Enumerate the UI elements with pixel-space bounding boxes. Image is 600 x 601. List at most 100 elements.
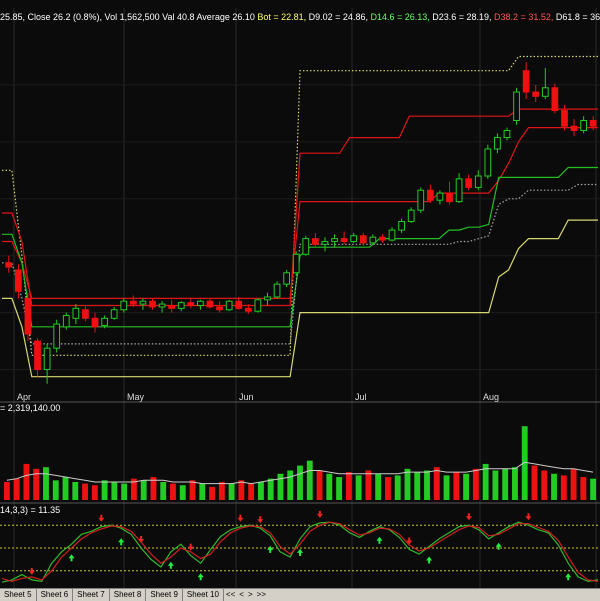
sheet-tab[interactable]: Sheet 6 bbox=[37, 589, 74, 601]
volume-bar bbox=[414, 472, 421, 500]
volume-bar bbox=[287, 470, 294, 500]
candle-body bbox=[522, 70, 530, 93]
volume-bar bbox=[209, 486, 215, 500]
header-segment: D38.2 = 31.52, bbox=[494, 12, 556, 22]
candle-body bbox=[53, 323, 61, 349]
candle-body bbox=[398, 221, 405, 231]
volume-readout: = 2,319,140.00 bbox=[0, 403, 60, 413]
candle-body bbox=[455, 178, 463, 203]
volume-bar bbox=[512, 467, 518, 500]
sheet-tab[interactable]: Sheet 9 bbox=[146, 589, 183, 601]
candle-body bbox=[436, 192, 444, 201]
volume-bar bbox=[82, 483, 88, 500]
tab-nav-button[interactable]: > bbox=[246, 589, 255, 601]
volume-bar bbox=[52, 480, 59, 500]
candle-body bbox=[273, 283, 281, 298]
volume-bar bbox=[199, 483, 206, 500]
candle-body bbox=[388, 229, 396, 241]
chart-stage: 25.85, Close 26.2 (0.8%), Vol 1,562,500 … bbox=[0, 0, 600, 600]
candle-body bbox=[513, 91, 520, 121]
candle-body bbox=[292, 253, 300, 274]
volume-bar bbox=[345, 472, 352, 500]
candle-body bbox=[129, 300, 137, 305]
candle-body bbox=[139, 300, 147, 305]
volume-bar bbox=[560, 475, 567, 500]
candle-body bbox=[82, 309, 89, 319]
candle-body bbox=[379, 236, 386, 241]
volume-bar bbox=[385, 477, 391, 500]
volume-bar bbox=[590, 478, 597, 500]
candle-body bbox=[149, 300, 156, 308]
candle-body bbox=[484, 148, 492, 177]
candle-body bbox=[91, 317, 99, 328]
candle-body bbox=[589, 120, 597, 127]
sheet-tab[interactable]: Sheet 7 bbox=[73, 589, 110, 601]
candle-body bbox=[158, 303, 166, 308]
volume-bar bbox=[179, 485, 186, 500]
candle-body bbox=[5, 262, 13, 268]
candle-body bbox=[503, 129, 511, 139]
tab-nav-button[interactable]: < bbox=[237, 589, 246, 601]
sheet-tab[interactable]: Sheet 5 bbox=[0, 589, 37, 601]
volume-bar bbox=[3, 481, 10, 500]
volume-bar bbox=[453, 472, 460, 500]
volume-bar bbox=[570, 468, 577, 500]
x-tick-label: Aug bbox=[483, 392, 499, 402]
candle-body bbox=[417, 189, 425, 211]
candle-body bbox=[541, 87, 549, 97]
candle-body bbox=[561, 110, 568, 127]
volume-bar bbox=[160, 481, 167, 500]
candle-body bbox=[311, 238, 319, 245]
candle-body bbox=[72, 307, 80, 319]
candle-body bbox=[216, 306, 223, 311]
volume-bar bbox=[91, 485, 98, 500]
volume-bar bbox=[218, 481, 225, 500]
candle-body bbox=[62, 314, 70, 328]
header-segment: D9.02 = 24.86, bbox=[309, 12, 371, 22]
background bbox=[0, 0, 600, 600]
volume-bar bbox=[189, 480, 196, 500]
volume-bar bbox=[43, 467, 49, 500]
oscillator-readout: 14,3,3) = 11.35 bbox=[0, 505, 60, 515]
candle-body bbox=[494, 137, 501, 150]
volume-bar bbox=[502, 468, 509, 500]
volume-bar bbox=[277, 473, 284, 500]
candle-body bbox=[120, 300, 128, 311]
tab-nav-button[interactable]: >> bbox=[255, 589, 268, 601]
sheet-tab[interactable]: Sheet 8 bbox=[110, 589, 147, 601]
volume-bar bbox=[238, 480, 245, 500]
volume-bar bbox=[257, 481, 264, 500]
volume-bar bbox=[101, 480, 108, 500]
candle-body bbox=[254, 299, 262, 312]
candle-body bbox=[244, 307, 252, 312]
candle-body bbox=[206, 300, 214, 308]
volume-bar bbox=[580, 477, 587, 500]
candle-body bbox=[187, 302, 195, 306]
volume-bar bbox=[531, 465, 538, 500]
candle-body bbox=[110, 309, 118, 319]
candle-body bbox=[407, 209, 415, 223]
candle-body bbox=[34, 340, 41, 371]
x-tick-label: Apr bbox=[17, 392, 31, 402]
sheet-tab[interactable]: Sheet 10 bbox=[183, 589, 224, 601]
x-tick-label: May bbox=[127, 392, 145, 402]
candle-body bbox=[426, 189, 434, 201]
volume-bar bbox=[267, 478, 274, 500]
volume-bar bbox=[463, 473, 470, 500]
candle-body bbox=[197, 300, 204, 307]
header-segment: D23.6 = 28.19, bbox=[432, 12, 494, 22]
x-tick-label: Jul bbox=[355, 392, 367, 402]
volume-bar bbox=[541, 470, 548, 500]
tab-nav-button[interactable]: << bbox=[224, 589, 237, 601]
sheet-tab-bar: Sheet 5 Sheet 6 Sheet 7 Sheet 8 Sheet 9 Sheet… bbox=[0, 588, 600, 601]
candle-body bbox=[264, 296, 271, 301]
candle-body bbox=[235, 300, 243, 309]
volume-bar bbox=[326, 473, 333, 500]
candle-body bbox=[24, 297, 32, 335]
candle-body bbox=[474, 175, 482, 188]
candle-body bbox=[580, 120, 588, 131]
candle-body bbox=[350, 235, 358, 242]
header-segment: 25.85, Close 26.2 (0.8%), Vol 1,562,500 … bbox=[0, 12, 257, 22]
volume-bar bbox=[336, 477, 343, 500]
candle-body bbox=[177, 302, 185, 309]
